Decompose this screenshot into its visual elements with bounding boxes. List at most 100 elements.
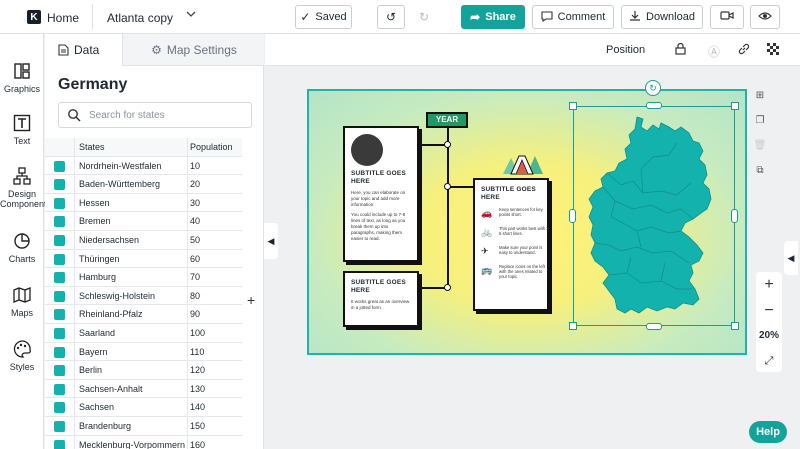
color-swatch[interactable] bbox=[54, 309, 65, 321]
resize-handle[interactable] bbox=[569, 322, 577, 330]
link-icon[interactable] bbox=[738, 43, 750, 58]
year-tag[interactable]: YEAR bbox=[426, 112, 468, 128]
resize-handle[interactable] bbox=[731, 322, 739, 330]
chevron-down-icon[interactable] bbox=[186, 9, 196, 22]
color-swatch[interactable] bbox=[54, 234, 65, 246]
table-row[interactable]: Schleswig-Holstein 80 bbox=[45, 286, 242, 306]
table-row[interactable]: Baden-Württemberg 20 bbox=[45, 175, 242, 194]
search-input[interactable] bbox=[89, 107, 239, 123]
search-field[interactable] bbox=[58, 102, 252, 128]
preview-button[interactable] bbox=[750, 5, 780, 29]
state-name[interactable]: Thüringen bbox=[79, 254, 120, 264]
color-swatch[interactable] bbox=[54, 216, 65, 228]
color-swatch[interactable] bbox=[54, 420, 65, 432]
table-row[interactable]: Brandenburg 150 bbox=[45, 416, 242, 436]
fit-screen-icon[interactable]: ⤢ bbox=[756, 348, 782, 374]
state-name[interactable]: Brandenburg bbox=[79, 421, 131, 431]
population-value[interactable]: 70 bbox=[190, 272, 200, 282]
add-column-button[interactable]: + bbox=[247, 292, 255, 308]
duplicate-icon[interactable]: ❐ bbox=[752, 115, 768, 140]
population-value[interactable]: 40 bbox=[190, 216, 200, 226]
state-name[interactable]: Saarland bbox=[79, 328, 115, 338]
state-name[interactable]: Schleswig-Holstein bbox=[79, 291, 155, 301]
table-row[interactable]: Bayern 110 bbox=[45, 342, 242, 362]
color-swatch[interactable] bbox=[54, 272, 65, 284]
color-swatch[interactable] bbox=[54, 346, 65, 358]
color-swatch[interactable] bbox=[54, 365, 65, 377]
column-header-states[interactable]: States bbox=[79, 142, 105, 152]
add-page-icon[interactable]: ⊞ bbox=[752, 90, 768, 115]
population-value[interactable]: 30 bbox=[190, 198, 200, 208]
population-value[interactable]: 120 bbox=[190, 365, 205, 375]
rail-item-charts[interactable]: Charts bbox=[0, 232, 44, 264]
population-value[interactable]: 100 bbox=[190, 328, 205, 338]
state-name[interactable]: Sachsen-Anhalt bbox=[79, 384, 143, 394]
document-title[interactable]: Atlanta copy bbox=[107, 11, 173, 25]
state-name[interactable]: Mecklenburg-Vorpommern bbox=[79, 440, 185, 449]
table-row[interactable]: Sachsen-Anhalt 130 bbox=[45, 379, 242, 399]
population-value[interactable]: 20 bbox=[190, 179, 200, 189]
zoom-in-button[interactable]: + bbox=[756, 272, 782, 298]
resize-handle[interactable] bbox=[731, 209, 738, 223]
position-button[interactable]: Position bbox=[606, 44, 645, 56]
population-value[interactable]: 160 bbox=[190, 440, 205, 449]
delete-icon[interactable]: 🗑 bbox=[752, 140, 768, 165]
resize-handle[interactable] bbox=[646, 102, 662, 109]
state-name[interactable]: Berlin bbox=[79, 365, 102, 375]
resize-handle[interactable] bbox=[731, 102, 739, 110]
population-value[interactable]: 50 bbox=[190, 235, 200, 245]
share-button[interactable]: ➦ Share bbox=[461, 5, 525, 29]
state-name[interactable]: Baden-Württemberg bbox=[79, 179, 160, 189]
state-name[interactable]: Niedersachsen bbox=[79, 235, 139, 245]
state-name[interactable]: Bremen bbox=[79, 216, 111, 226]
saved-button[interactable]: ✓ Saved bbox=[295, 5, 352, 29]
color-swatch[interactable] bbox=[54, 290, 65, 302]
infographic-card[interactable]: SUBTITLE GOES HERE 🚗 Keep sentences for … bbox=[473, 178, 550, 311]
state-name[interactable]: Sachsen bbox=[79, 402, 114, 412]
column-header-population[interactable]: Population bbox=[190, 142, 233, 152]
color-swatch[interactable] bbox=[54, 160, 65, 172]
table-row[interactable]: Bremen 40 bbox=[45, 212, 242, 231]
lock-icon[interactable] bbox=[675, 42, 686, 58]
home-link[interactable]: Home bbox=[47, 11, 79, 25]
state-name[interactable]: Hamburg bbox=[79, 272, 116, 282]
table-row[interactable]: Mecklenburg-Vorpommern 160 bbox=[45, 435, 242, 449]
color-swatch[interactable] bbox=[54, 327, 65, 339]
table-row[interactable]: Hamburg 70 bbox=[45, 268, 242, 287]
population-value[interactable]: 150 bbox=[190, 421, 205, 431]
table-row[interactable]: Thüringen 60 bbox=[45, 249, 242, 269]
download-button[interactable]: Download bbox=[621, 5, 703, 29]
rail-item-design-components[interactable]: Design Components bbox=[0, 167, 51, 209]
state-name[interactable]: Rheinland-Pfalz bbox=[79, 309, 143, 319]
color-swatch[interactable] bbox=[54, 383, 65, 395]
population-value[interactable]: 80 bbox=[190, 291, 200, 301]
help-button[interactable]: Help bbox=[749, 421, 787, 443]
color-swatch[interactable] bbox=[54, 439, 65, 449]
color-swatch[interactable] bbox=[54, 179, 65, 191]
state-name[interactable]: Nordrhein-Westfalen bbox=[79, 161, 161, 171]
color-swatch[interactable] bbox=[54, 402, 65, 414]
resize-handle[interactable] bbox=[569, 209, 576, 223]
table-row[interactable]: Saarland 100 bbox=[45, 323, 242, 343]
population-value[interactable]: 90 bbox=[190, 309, 200, 319]
brand-icon[interactable]: Ⓐ bbox=[708, 43, 720, 60]
undo-button[interactable]: ↺ bbox=[377, 5, 405, 29]
redo-button[interactable]: ↻ bbox=[410, 5, 438, 29]
rail-item-text[interactable]: Text bbox=[0, 114, 44, 146]
collapse-right-button[interactable]: ◀ bbox=[784, 241, 798, 275]
rail-item-maps[interactable]: Maps bbox=[0, 286, 44, 318]
table-row[interactable]: Sachsen 140 bbox=[45, 398, 242, 417]
table-row[interactable]: Hessen 30 bbox=[45, 193, 242, 213]
population-value[interactable]: 140 bbox=[190, 402, 205, 412]
state-name[interactable]: Hessen bbox=[79, 198, 110, 208]
transparency-icon[interactable] bbox=[767, 43, 779, 58]
tab-map-settings[interactable]: ⚙ Map Settings bbox=[124, 34, 264, 66]
rail-item-styles[interactable]: Styles bbox=[0, 340, 44, 372]
table-row[interactable]: Berlin 120 bbox=[45, 361, 242, 380]
resize-handle[interactable] bbox=[569, 102, 577, 110]
table-row[interactable]: Rheinland-Pfalz 90 bbox=[45, 305, 242, 324]
collapse-panel-button[interactable]: ◀ bbox=[264, 223, 278, 259]
zoom-level[interactable]: 20% bbox=[756, 324, 782, 348]
state-name[interactable]: Bayern bbox=[79, 347, 108, 357]
table-row[interactable]: Nordrhein-Westfalen 10 bbox=[45, 156, 242, 176]
